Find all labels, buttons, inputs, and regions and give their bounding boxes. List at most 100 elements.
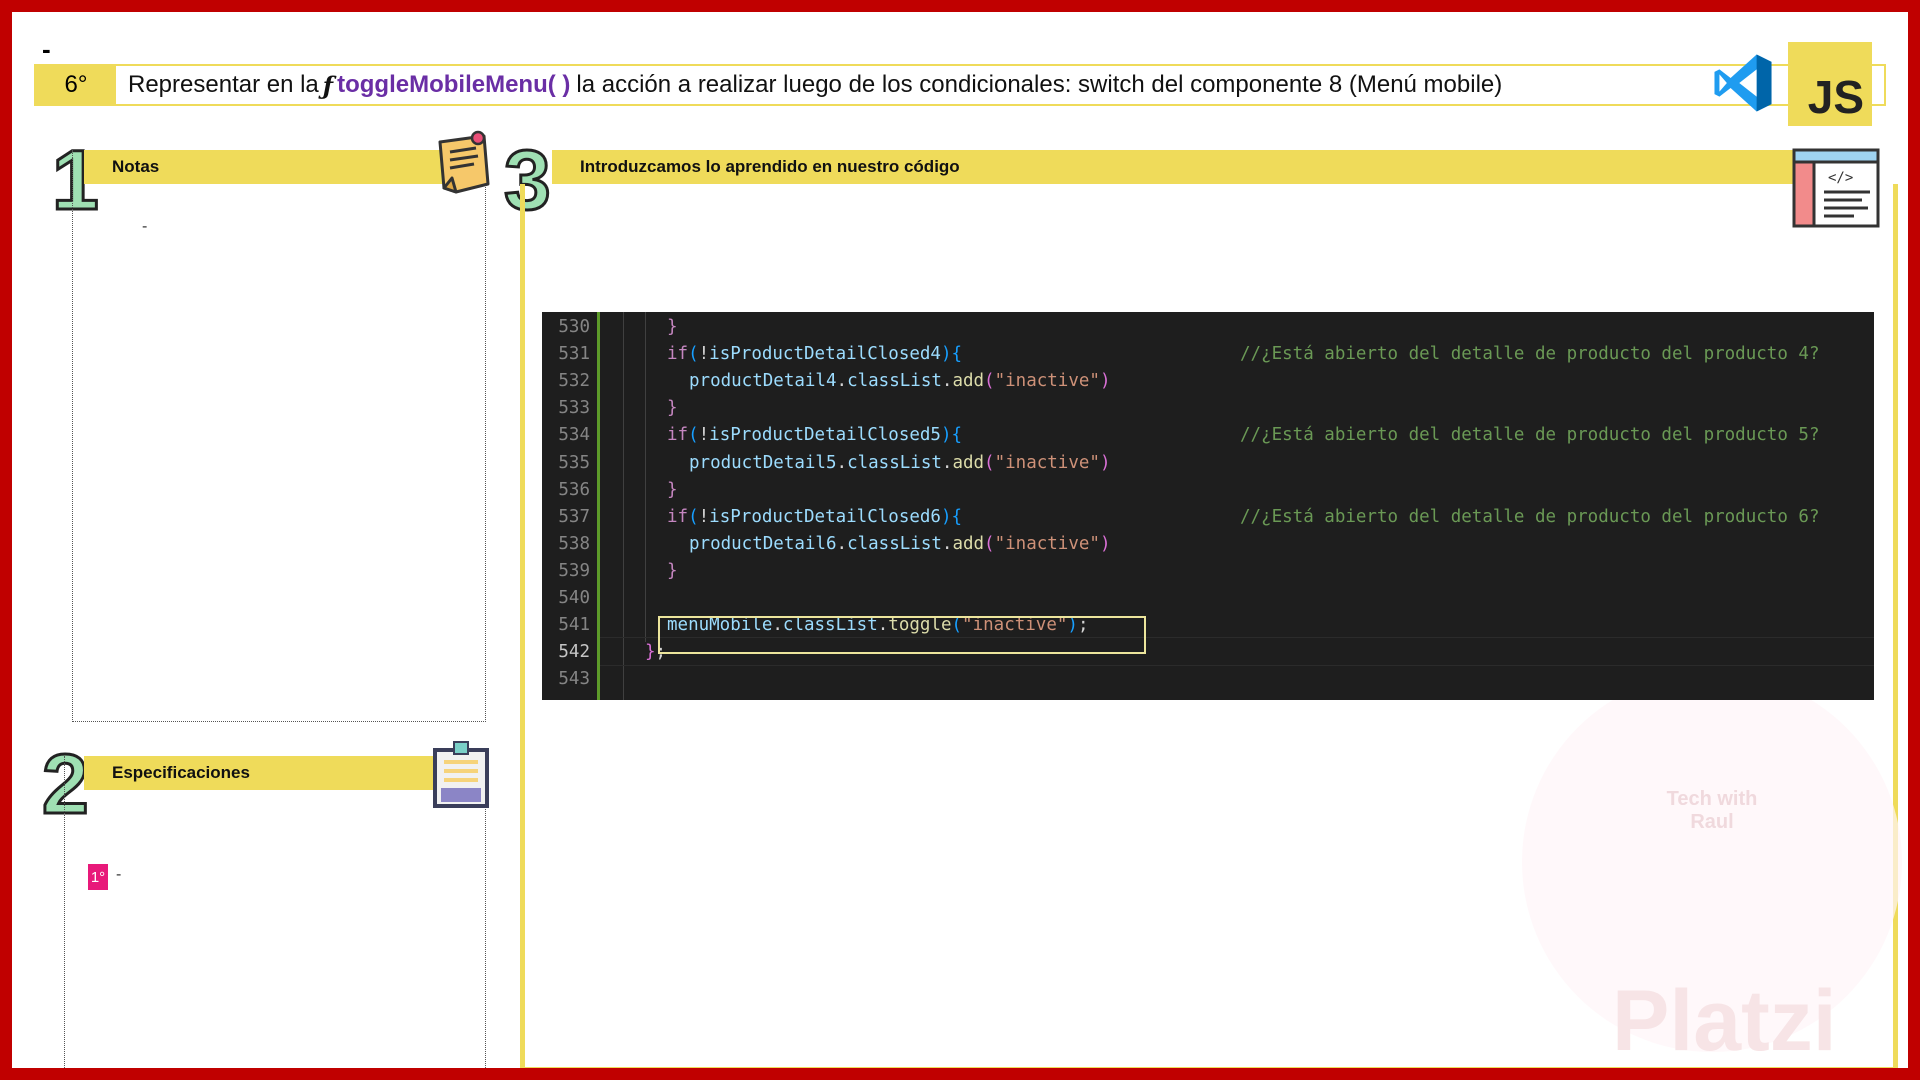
token: add: [952, 371, 985, 392]
line-code: if(!isProductDetailClosed6){: [667, 504, 962, 531]
watermark-line1: Tech with: [1666, 788, 1758, 810]
top-dash: -: [42, 34, 51, 64]
js-logo-text: JS: [1807, 71, 1864, 123]
title-text: Representar en la ƒ toggleMobileMenu( ) …: [128, 66, 1502, 104]
clipboard-icon: [433, 741, 489, 808]
line-number: 535: [558, 452, 590, 473]
line-number: 532: [558, 371, 590, 392]
token: !: [698, 425, 710, 446]
code-comment: //¿Está abierto del detalle de producto …: [1240, 425, 1820, 446]
code-line: 535 productDetail5.classList.add("inactiv…: [542, 450, 1874, 477]
notes-box: [72, 150, 486, 722]
token: ): [940, 344, 952, 365]
title-suffix: la acción a realizar luego de los condic…: [576, 71, 1503, 98]
line-code: if(!isProductDetailClosed4){: [667, 341, 962, 368]
code-line: 538 productDetail6.classList.add("inactiv…: [542, 531, 1874, 558]
spec-item-badge: 1°: [88, 864, 108, 890]
token: (: [984, 533, 995, 554]
code-line: 532 productDetail4.classList.add("inactiv…: [542, 368, 1874, 395]
code-line: 537 if(!isProductDetailClosed6){//¿Está a…: [542, 504, 1874, 531]
notes-content: -: [142, 218, 148, 235]
watermark-logo-text: Tech with Raul: [1652, 788, 1772, 834]
token: "inactive": [994, 533, 1100, 554]
js-logo: JS: [1788, 42, 1872, 126]
token: {: [951, 506, 963, 527]
line-code: }: [667, 477, 678, 504]
token: (: [688, 344, 699, 365]
line-code: productDetail4.classList.add("inactive"): [689, 368, 1111, 395]
token: }: [667, 560, 678, 581]
line-number: 538: [558, 533, 590, 554]
code-line: 543: [542, 666, 1874, 693]
code-line: 530}: [542, 314, 1874, 341]
token: (: [984, 452, 995, 473]
token: .: [836, 371, 848, 392]
token: .: [836, 533, 848, 554]
token: }: [645, 642, 656, 663]
token: classList: [847, 371, 942, 392]
line-code: if(!isProductDetailClosed5){: [667, 422, 962, 449]
token: if: [667, 506, 689, 527]
code-section-header: Introduzcamos lo aprendido en nuestro có…: [552, 150, 1874, 184]
line-number: 543: [558, 669, 590, 690]
specs-box: [64, 756, 486, 1068]
token: "inactive": [994, 371, 1100, 392]
spec-item-text: -: [116, 866, 122, 883]
line-number: 533: [558, 398, 590, 419]
line-code: }: [667, 558, 678, 585]
token: (: [688, 425, 699, 446]
token: .: [941, 371, 953, 392]
line-number: 541: [558, 615, 590, 636]
svg-text:</>: </>: [1828, 170, 1853, 186]
token: ): [1099, 533, 1111, 554]
token: classList: [847, 452, 942, 473]
code-section-title: Introduzcamos lo aprendido en nuestro có…: [580, 157, 960, 176]
platzi-watermark: Platzi: [1612, 973, 1837, 1068]
code-line: 531 if(!isProductDetailClosed4){//¿Está a…: [542, 341, 1874, 368]
token: isProductDetailClosed6: [709, 506, 941, 527]
token: if: [667, 344, 689, 365]
watermark-line2: Raul: [1690, 811, 1734, 833]
code-comment: //¿Está abierto del detalle de producto …: [1240, 506, 1820, 527]
step-number: 6°: [36, 66, 116, 104]
code-window-icon: </>: [1792, 148, 1880, 228]
line-code: productDetail5.classList.add("inactive"): [689, 450, 1111, 477]
token: .: [836, 452, 848, 473]
code-line: 533}: [542, 395, 1874, 422]
code-line: 540: [542, 585, 1874, 612]
token: productDetail4: [689, 371, 837, 392]
highlight-box: [658, 616, 1146, 654]
line-code: }: [667, 395, 678, 422]
token: }: [667, 317, 678, 337]
token: productDetail6: [689, 533, 837, 554]
token: (: [688, 506, 699, 527]
token: ): [940, 506, 952, 527]
line-number: 539: [558, 560, 590, 581]
token: .: [941, 452, 953, 473]
token: productDetail5: [689, 452, 837, 473]
token: (: [984, 371, 995, 392]
token: ): [940, 425, 952, 446]
token: classList: [847, 533, 942, 554]
title-bar: 6° Representar en la ƒ toggleMobileMenu(…: [34, 64, 1886, 106]
token: ): [1099, 452, 1111, 473]
line-number: 540: [558, 588, 590, 608]
code-line: 539}: [542, 558, 1874, 585]
token: {: [951, 344, 963, 365]
token: {: [951, 425, 963, 446]
token: add: [952, 452, 985, 473]
token: !: [698, 344, 710, 365]
title-function-name: toggleMobileMenu( ): [337, 71, 571, 98]
vscode-icon: [1714, 54, 1772, 112]
line-code: productDetail6.classList.add("inactive"): [689, 531, 1111, 558]
sticky-note-icon: [438, 130, 490, 194]
token: .: [941, 533, 953, 554]
token: add: [952, 533, 985, 554]
title-prefix: Representar en la: [128, 71, 319, 98]
line-number: 542: [558, 642, 590, 663]
line-number: 530: [558, 317, 590, 337]
token: isProductDetailClosed5: [709, 425, 941, 446]
slide: - 6° Representar en la ƒ toggleMobileMen…: [12, 12, 1908, 1068]
token: ): [1099, 371, 1111, 392]
token: }: [667, 398, 678, 419]
